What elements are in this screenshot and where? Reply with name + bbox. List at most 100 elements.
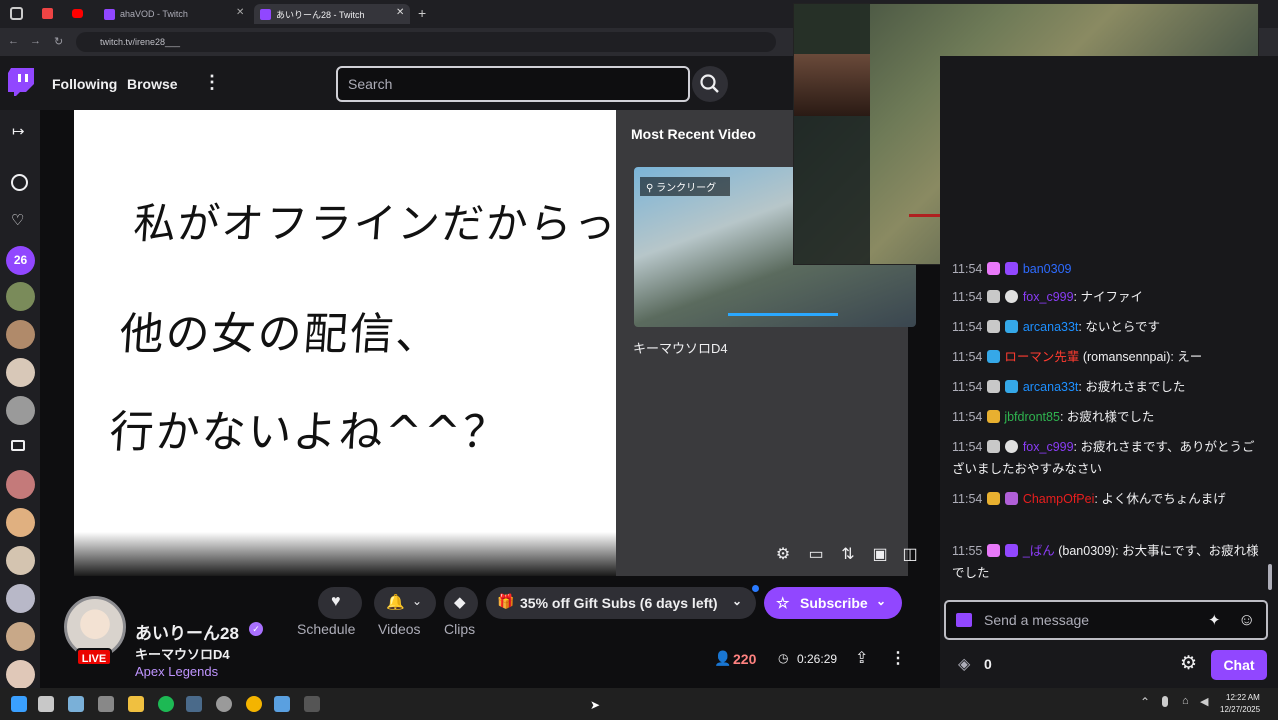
taskbar-app-icon[interactable] xyxy=(98,696,114,712)
chat-timestamp: 11:55 xyxy=(952,544,983,558)
stream-category[interactable]: Apex Legends xyxy=(135,664,218,679)
chat-username[interactable]: fox_c999 xyxy=(1023,440,1074,454)
sidebar-channel-avatar[interactable] xyxy=(6,358,35,387)
chevron-down-icon: ⌄ xyxy=(412,594,423,608)
sidebar-channel-badge[interactable]: 26 xyxy=(6,246,35,275)
chevron-down-icon: ⌄ xyxy=(732,594,743,608)
gift-subs-button[interactable]: 🎁 35% off Gift Subs (6 days left) ⌄ xyxy=(486,587,756,619)
theatre-mode-icon[interactable]: ◫ xyxy=(900,544,920,564)
chat-timestamp: 11:54 xyxy=(952,380,983,394)
chat-timestamp: 11:54 xyxy=(952,290,983,304)
video-camera-icon xyxy=(11,440,25,451)
taskbar-app-icon[interactable] xyxy=(216,696,232,712)
taskbar-date[interactable]: 12/27/2025 xyxy=(1220,705,1260,714)
chat-username[interactable]: ローマン先輩 xyxy=(1004,350,1079,364)
overlay-game-hud xyxy=(794,116,870,264)
tray-chevron-icon[interactable]: ⌃ xyxy=(1140,695,1150,709)
recent-video-title[interactable]: キーマウソロD4 xyxy=(633,338,728,357)
thumb-tag-icon: ⚲ xyxy=(646,183,657,194)
settings-gear-icon[interactable]: ⚙ xyxy=(773,544,793,564)
heart-icon: ♥ xyxy=(331,593,341,610)
chat-username[interactable]: arcana33t xyxy=(1023,320,1079,334)
steam-icon[interactable] xyxy=(186,696,202,712)
cheer-icon[interactable]: ✦ xyxy=(1208,611,1221,629)
chat-identity-icon[interactable] xyxy=(956,613,972,627)
spotify-icon[interactable] xyxy=(158,696,174,712)
chat-message: 11:54 fox_c999: ナイファイ xyxy=(952,286,1266,308)
schedule-link[interactable]: Schedule xyxy=(297,621,355,637)
taskbar-app-icon[interactable] xyxy=(304,696,320,712)
tab-ahavod[interactable]: ahaVOD - Twitch xyxy=(98,4,248,24)
chat-scrollbar[interactable] xyxy=(1268,564,1272,590)
cast-icon[interactable]: ▭ xyxy=(806,544,826,564)
subscribe-button[interactable]: ☆ Subscribe ⌄ xyxy=(764,587,902,619)
chat-username[interactable]: _ばん xyxy=(1023,544,1055,558)
channel-name[interactable]: あいりーん28 xyxy=(135,619,239,644)
sidebar-channel-avatar[interactable] xyxy=(6,546,35,575)
sidebar-channel-avatar[interactable] xyxy=(6,622,35,651)
nav-browse[interactable]: Browse xyxy=(127,76,178,92)
pinned-tab-icon[interactable] xyxy=(42,8,53,19)
sidebar-channel-avatar[interactable] xyxy=(6,320,35,349)
chat-username[interactable]: jbfdront85 xyxy=(1004,410,1060,424)
share-icon[interactable]: ⇪ xyxy=(855,648,868,668)
back-icon[interactable]: ← xyxy=(8,35,19,47)
chat-username[interactable]: ChampOfPei xyxy=(1023,492,1095,506)
chat-username[interactable]: ban0309 xyxy=(1023,262,1072,276)
sidebar-channel-avatar[interactable] xyxy=(6,282,35,311)
forward-icon[interactable]: → xyxy=(30,35,41,47)
sidebar-channel-avatar[interactable] xyxy=(6,396,35,425)
microphone-icon[interactable] xyxy=(1162,696,1168,707)
thumb-tag-text: ランクリーグ xyxy=(656,183,717,194)
chat-username[interactable]: fox_c999 xyxy=(1023,290,1074,304)
clip-icon[interactable]: ⇅ xyxy=(838,544,858,564)
expand-sidebar-icon[interactable]: ↦ xyxy=(12,122,25,140)
new-tab-button[interactable]: + xyxy=(418,5,426,21)
chrome-icon[interactable] xyxy=(246,696,262,712)
chat-message: 11:54 arcana33t: ないとらです xyxy=(952,316,1266,338)
followed-channels-sidebar: ↦ ♡ 26 xyxy=(0,110,40,689)
picture-in-picture-icon[interactable]: ▣ xyxy=(870,544,890,564)
sidebar-channel-avatar[interactable] xyxy=(6,660,35,689)
notifications-button[interactable]: 🔔 ⌄ xyxy=(374,587,436,619)
chat-message: 11:54 fox_c999: お疲れさまです、ありがとうございましたおやすみな… xyxy=(952,436,1266,480)
twitch-logo-icon[interactable] xyxy=(8,68,34,96)
taskbar-app-icon[interactable] xyxy=(274,696,290,712)
tab-close-icon[interactable]: ✕ xyxy=(396,7,404,18)
chat-timestamp: 11:54 xyxy=(952,262,983,276)
taskbar-time[interactable]: 12:22 AM xyxy=(1226,693,1260,702)
clips-link[interactable]: Clips xyxy=(444,621,475,637)
channel-points-count: 0 xyxy=(984,656,992,672)
taskbar-app-icon[interactable] xyxy=(68,696,84,712)
window-menu-icon[interactable] xyxy=(10,7,23,20)
chat-username[interactable]: arcana33t xyxy=(1023,380,1079,394)
youtube-tab-icon[interactable] xyxy=(72,9,83,18)
emote-picker-icon[interactable]: ☺ xyxy=(1238,610,1255,630)
search-button[interactable] xyxy=(692,66,728,102)
network-icon[interactable]: ⌂ xyxy=(1182,695,1189,707)
chat-settings-gear-icon[interactable]: ⚙ xyxy=(1180,652,1197,675)
nav-following[interactable]: Following xyxy=(52,76,117,92)
tab-irene[interactable]: あいりーん28 - Twitch xyxy=(254,4,410,24)
search-input[interactable]: Search xyxy=(336,66,690,102)
windows-start-icon[interactable] xyxy=(11,696,27,712)
sidebar-channel-avatar[interactable] xyxy=(6,584,35,613)
chat-badge-icon xyxy=(1005,262,1019,275)
volume-icon[interactable]: ◀ xyxy=(1200,695,1208,708)
taskbar-app-icon[interactable] xyxy=(38,696,54,712)
sidebar-channel-avatar[interactable] xyxy=(6,470,35,499)
chat-send-button[interactable]: Chat xyxy=(1211,650,1267,680)
more-menu-icon[interactable]: ⋮ xyxy=(203,72,221,93)
url-field[interactable]: twitch.tv/irene28___ xyxy=(76,32,776,52)
tab-close-icon[interactable]: ✕ xyxy=(236,7,244,18)
more-options-icon[interactable]: ⋮ xyxy=(890,648,906,668)
sidebar-channel-avatar[interactable] xyxy=(6,508,35,537)
reload-icon[interactable]: ↻ xyxy=(54,35,63,48)
chat-message-input[interactable]: Send a message ✦ ☺ xyxy=(944,600,1268,640)
chat-badge-icon xyxy=(1005,380,1019,393)
file-explorer-icon[interactable] xyxy=(128,696,144,712)
videos-link[interactable]: Videos xyxy=(378,621,421,637)
follow-heart-button[interactable]: ♥ xyxy=(318,587,362,619)
channel-points-icon[interactable]: ◈ xyxy=(958,654,970,674)
channel-points-button[interactable]: ◆ xyxy=(444,587,478,619)
